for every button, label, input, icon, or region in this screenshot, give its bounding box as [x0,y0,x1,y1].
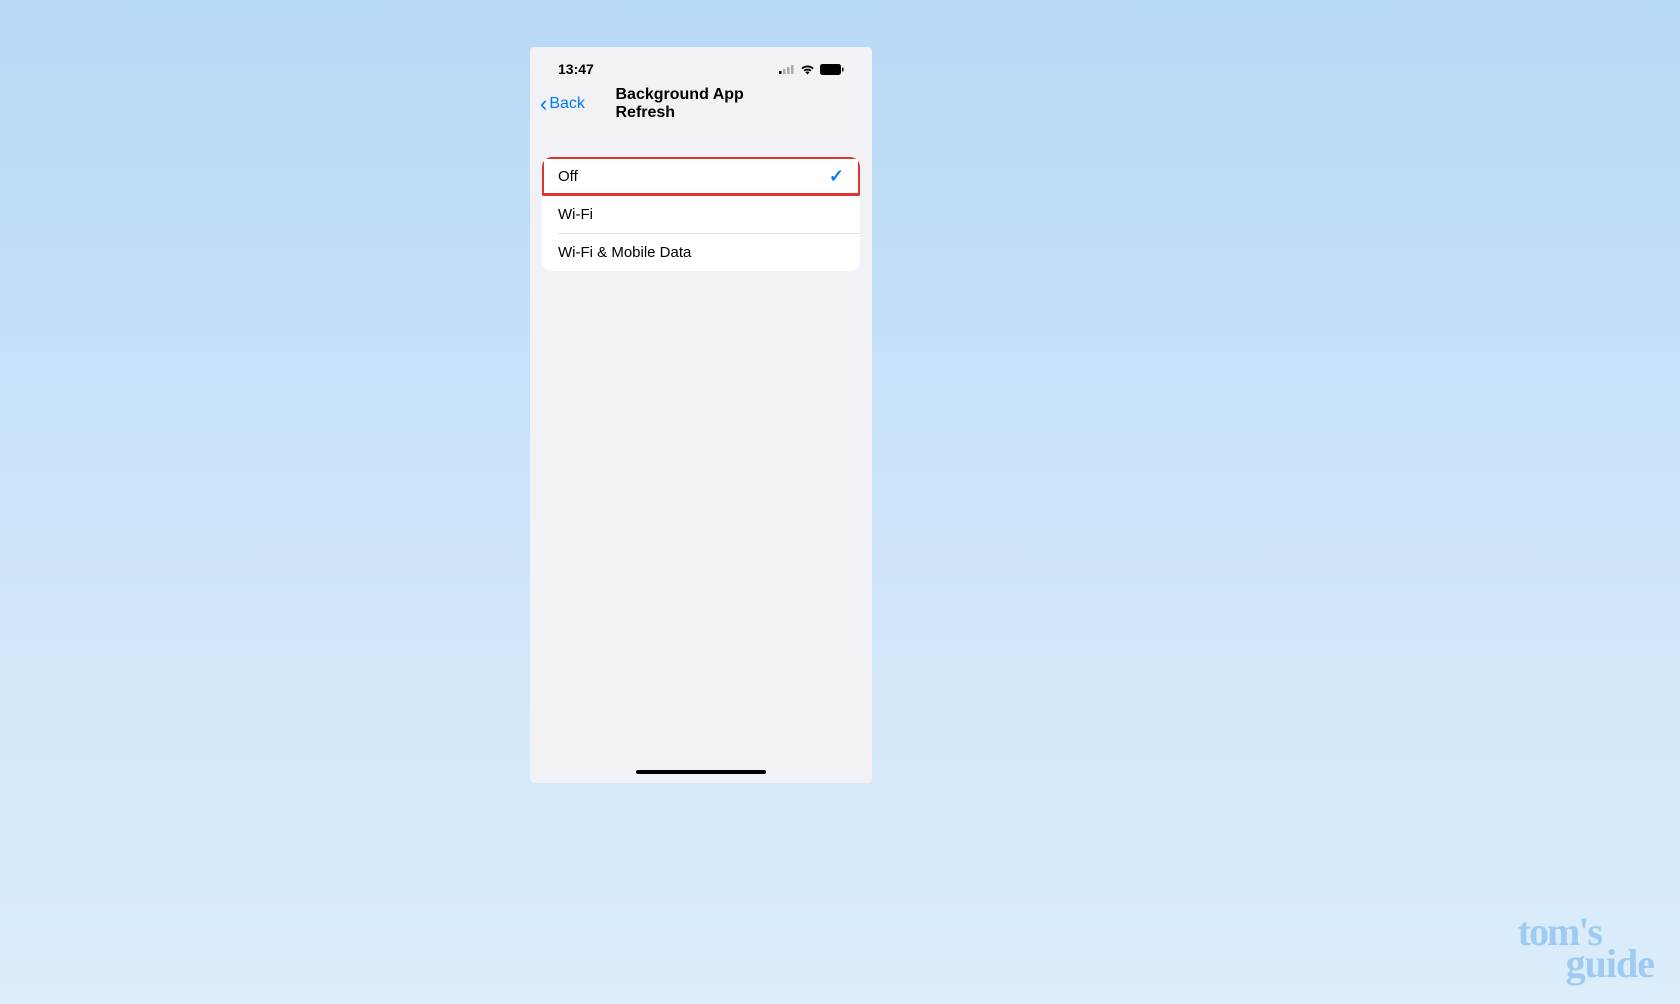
watermark-logo: tom's guide [1518,914,1654,982]
battery-icon [820,64,844,75]
home-indicator[interactable] [636,770,766,774]
status-bar: 13:47 [530,47,872,83]
status-icons [779,64,844,75]
option-wifi[interactable]: Wi-Fi [542,195,860,233]
options-list: Off ✓ Wi-Fi Wi-Fi & Mobile Data [542,157,860,271]
wifi-icon [800,64,815,75]
option-label: Wi-Fi & Mobile Data [558,244,691,261]
option-off[interactable]: Off ✓ [542,157,860,195]
option-wifi-mobile[interactable]: Wi-Fi & Mobile Data [542,233,860,271]
status-time: 13:47 [558,61,594,77]
back-button[interactable]: ‹ Back [540,93,585,115]
chevron-left-icon: ‹ [540,93,547,115]
back-label: Back [549,95,585,113]
page-title: Background App Refresh [616,86,787,122]
option-label: Off [558,168,578,185]
checkmark-icon: ✓ [829,166,844,187]
option-label: Wi-Fi [558,206,593,223]
navigation-bar: ‹ Back Background App Refresh [530,83,872,125]
cellular-signal-icon [779,64,795,74]
phone-screenshot: 13:47 [530,47,872,783]
watermark-line2: guide [1566,946,1654,982]
